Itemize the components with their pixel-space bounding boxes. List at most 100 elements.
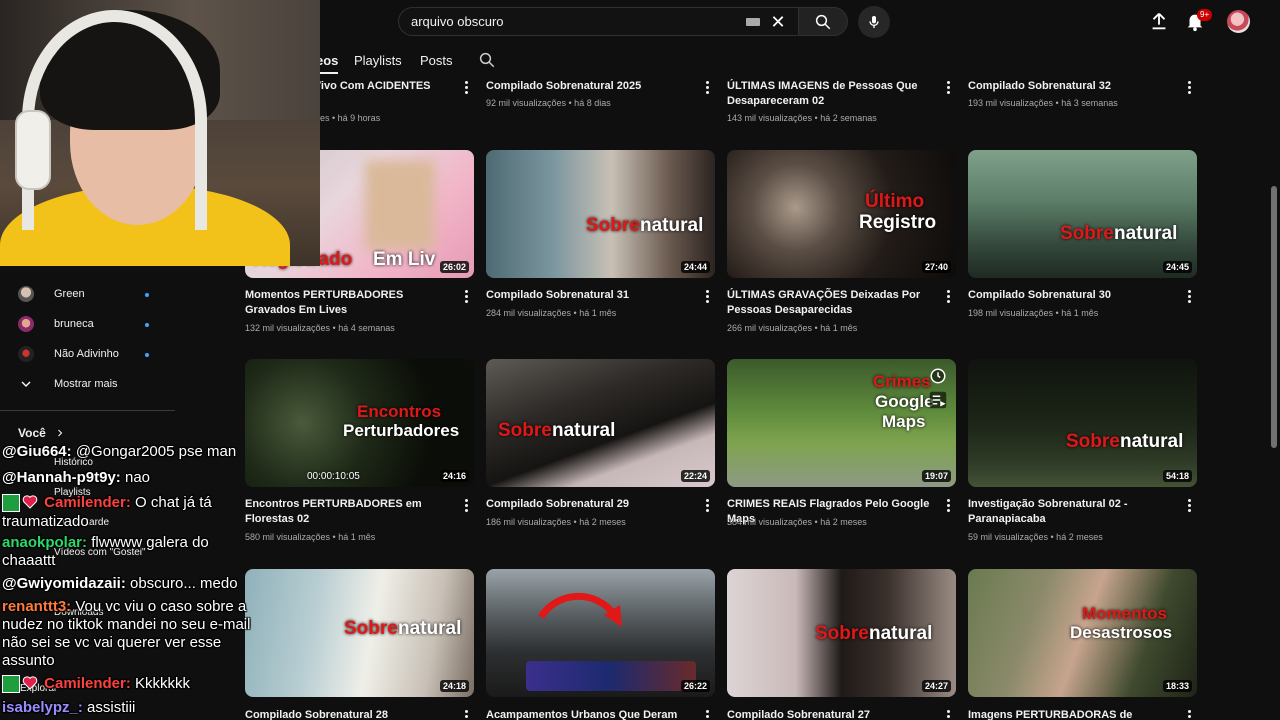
more-options-icon[interactable] <box>1188 710 1192 720</box>
chat-text: O chat já tá <box>135 494 212 511</box>
video-title[interactable]: Compilado Sobrenatural 2025 <box>486 79 691 94</box>
sidebar-divider <box>0 410 175 411</box>
chat-text: assistiii <box>87 699 136 716</box>
video-thumbnail[interactable]: 26:22 <box>486 569 715 697</box>
more-options-icon[interactable] <box>1188 81 1192 95</box>
more-options-icon[interactable] <box>706 290 710 304</box>
search-input[interactable] <box>411 14 746 29</box>
video-title[interactable]: Acampamentos Urbanos Que Deram <box>486 708 691 720</box>
chat-message: renanttt3: Vou vc viu o caso sobre a <box>2 598 246 616</box>
thumbnail-text: Sobre <box>344 618 398 639</box>
heart-badge-icon <box>22 676 38 690</box>
more-options-icon[interactable] <box>465 499 469 513</box>
channel-search-icon[interactable] <box>478 51 496 69</box>
more-options-icon[interactable] <box>947 81 951 95</box>
video-title[interactable]: Investigação Sobrenatural 02 - Paranapia… <box>968 497 1173 527</box>
more-options-icon[interactable] <box>1188 290 1192 304</box>
video-meta: 92 mil visualizações • há 8 dias <box>486 98 611 108</box>
video-title[interactable]: Compilado Sobrenatural 27 <box>727 708 932 720</box>
video-meta: es • há 9 horas <box>320 113 381 123</box>
video-thumbnail[interactable]: Sobre natural 22:24 <box>486 359 715 487</box>
video-title[interactable]: Compilado Sobrenatural 29 <box>486 497 691 512</box>
video-thumbnail[interactable]: Sobre natural 24:45 <box>968 150 1197 278</box>
video-title[interactable]: Compilado Sobrenatural 28 <box>245 708 450 720</box>
new-content-dot <box>145 353 149 357</box>
thumbnail-text: Sobre <box>815 623 869 644</box>
chevron-down-icon <box>21 381 31 387</box>
video-title[interactable]: Momentos PERTURBADORES Gravados Em Lives <box>245 288 450 318</box>
video-title[interactable]: Encontros PERTURBADORES em Florestas 02 <box>245 497 450 527</box>
video-duration: 54:18 <box>1162 470 1192 482</box>
chat-message: isabelypz_: assistiii <box>2 699 135 717</box>
upload-icon[interactable] <box>1148 10 1170 32</box>
video-thumbnail[interactable]: Último Registro 27:40 <box>727 150 956 278</box>
video-thumbnail[interactable]: Crimes Google Maps 19:07 <box>727 359 956 487</box>
more-options-icon[interactable] <box>947 710 951 720</box>
video-meta: 384 mil visualizações • há 2 meses <box>727 517 867 527</box>
voice-search-button[interactable] <box>858 6 890 38</box>
more-options-icon[interactable] <box>706 81 710 95</box>
more-options-icon[interactable] <box>947 499 951 513</box>
tab-posts[interactable]: Posts <box>420 53 453 68</box>
video-title[interactable]: ÚLTIMAS GRAVAÇÕES Deixadas Por Pessoas D… <box>727 288 932 318</box>
chat-username: Camilender: <box>44 494 131 511</box>
show-more-button[interactable]: Mostrar mais <box>18 375 118 393</box>
watch-later-icon[interactable] <box>929 367 947 385</box>
sidebar-item-nao-adivinho[interactable]: Não Adivinho <box>18 345 119 363</box>
chat-message: @Gwiyomidazaii: obscuro... medo <box>2 575 238 593</box>
more-options-icon[interactable] <box>465 81 469 95</box>
more-options-icon[interactable] <box>706 499 710 513</box>
video-title[interactable]: Compilado Sobrenatural 31 <box>486 288 691 303</box>
video-title[interactable]: Compilado Sobrenatural 32 <box>968 79 1173 94</box>
more-options-icon[interactable] <box>706 710 710 720</box>
thumbnail-text: Sobre <box>1066 431 1120 452</box>
streamer-webcam <box>0 0 320 266</box>
chat-message: chaaattt <box>2 552 55 570</box>
page-scrollbar[interactable] <box>1271 186 1277 448</box>
account-avatar[interactable] <box>1227 10 1250 33</box>
show-more-label: Mostrar mais <box>54 378 118 390</box>
video-thumbnail[interactable]: Encontros Perturbadores 00:00:10:05 24:1… <box>245 359 474 487</box>
channel-avatar <box>18 316 34 332</box>
video-thumbnail[interactable]: Momentos Desastrosos 18:33 <box>968 569 1197 697</box>
more-options-icon[interactable] <box>465 710 469 720</box>
sidebar-item-green[interactable]: Green <box>18 285 85 303</box>
video-title[interactable]: ÚLTIMAS IMAGENS de Pessoas Que Desaparec… <box>727 79 932 109</box>
keyboard-icon[interactable] <box>746 17 760 26</box>
video-thumbnail[interactable]: Sobre natural 54:18 <box>968 359 1197 487</box>
video-duration: 18:33 <box>1162 680 1192 692</box>
thumbnail-text: Crimes <box>873 372 931 391</box>
chat-text: assunto <box>2 652 55 669</box>
thumbnail-text: Momentos <box>1082 604 1167 623</box>
thumbnail-text: natural <box>640 215 704 236</box>
chat-text: flwwww galera do <box>91 534 209 551</box>
more-options-icon[interactable] <box>1188 499 1192 513</box>
video-thumbnail[interactable]: Sobre natural 24:44 <box>486 150 715 278</box>
video-title[interactable]: Compilado Sobrenatural 30 <box>968 288 1173 303</box>
video-title[interactable]: o Vivo Com ACIDENTES <box>304 79 509 94</box>
sidebar-item-label: Green <box>54 288 85 300</box>
clear-search-icon[interactable]: ✕ <box>770 13 786 31</box>
search-button[interactable] <box>798 7 848 36</box>
sidebar-you-header[interactable]: Você <box>18 424 66 442</box>
search-box[interactable]: ✕ <box>398 7 798 36</box>
sidebar-you-label: Você <box>18 426 46 440</box>
chevron-right-icon <box>57 429 63 437</box>
video-duration: 27:40 <box>921 261 951 273</box>
chat-message: Camilender: O chat já tá <box>2 494 212 513</box>
chat-username: @Hannah-p9t9y: <box>2 469 121 486</box>
video-duration: 22:24 <box>680 470 710 482</box>
video-duration: 24:44 <box>680 261 710 273</box>
video-duration: 19:07 <box>921 470 951 482</box>
tab-playlists[interactable]: Playlists <box>354 53 402 68</box>
thumbnail-text: Maps <box>882 412 926 431</box>
more-options-icon[interactable] <box>947 290 951 304</box>
chat-username: isabelypz_: <box>2 699 83 716</box>
video-thumbnail[interactable]: Sobre natural 24:18 <box>245 569 474 697</box>
add-to-queue-icon[interactable] <box>929 391 947 409</box>
search-icon <box>815 14 831 29</box>
video-title[interactable]: Imagens PERTURBADORAS de Momentos <box>968 708 1173 720</box>
sidebar-item-bruneca[interactable]: bruneca <box>18 315 94 333</box>
video-thumbnail[interactable]: Sobre natural 24:27 <box>727 569 956 697</box>
more-options-icon[interactable] <box>465 290 469 304</box>
